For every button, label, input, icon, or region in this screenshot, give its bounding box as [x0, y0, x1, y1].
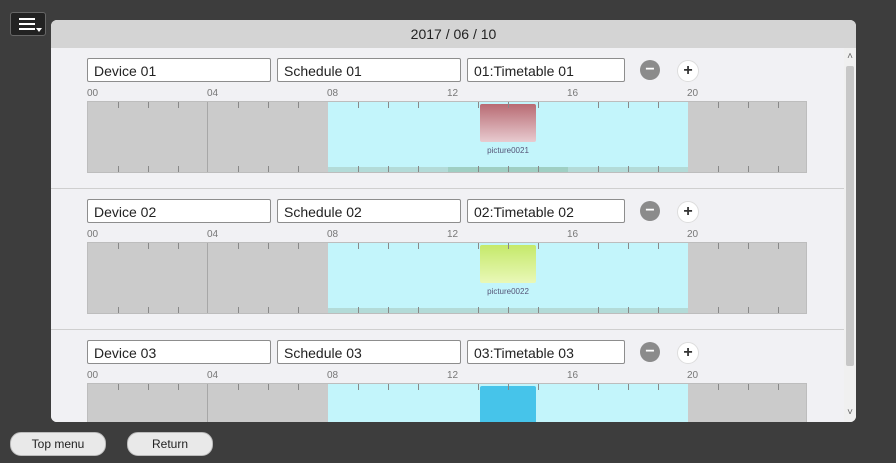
- scrollbar-thumb[interactable]: [846, 66, 854, 366]
- tick-label: 00: [87, 370, 99, 381]
- picture-thumbnail[interactable]: [480, 245, 536, 283]
- tick-label: 08: [327, 370, 339, 381]
- picture-thumbnail[interactable]: [480, 104, 536, 142]
- scroll-down-icon[interactable]: ˅: [844, 406, 856, 420]
- timeline[interactable]: picture0022: [87, 242, 807, 314]
- tick-label: 16: [567, 229, 579, 240]
- tick-label: 08: [327, 88, 339, 99]
- tick-label: 12: [447, 229, 459, 240]
- top-menu-button[interactable]: Top menu: [10, 432, 106, 456]
- tick-label: 20: [687, 370, 699, 381]
- picture-thumbnail[interactable]: [480, 386, 536, 422]
- schedule-row: Device 01 Schedule 01 01:Timetable 01 − …: [51, 48, 844, 189]
- tick-label: 04: [207, 229, 219, 240]
- remove-button[interactable]: −: [640, 201, 660, 221]
- menu-caret-icon: [36, 28, 42, 32]
- timeline[interactable]: picture0021: [87, 101, 807, 173]
- return-button[interactable]: Return: [127, 432, 213, 456]
- schedule-row: Device 03 Schedule 03 03:Timetable 03 − …: [51, 330, 844, 422]
- hamburger-menu-button[interactable]: [10, 12, 46, 36]
- tick-label: 16: [567, 370, 579, 381]
- tick-label: 08: [327, 229, 339, 240]
- remove-button[interactable]: −: [640, 342, 660, 362]
- tick-label: 20: [687, 88, 699, 99]
- time-ticks: 00 04 08 12 16 20: [87, 370, 807, 382]
- tick-label: 12: [447, 88, 459, 99]
- add-button[interactable]: +: [677, 342, 699, 364]
- tick-label: 20: [687, 229, 699, 240]
- schedule-panel: 2017 / 06 / 10 Device 01 Schedule 01 01:…: [51, 20, 856, 422]
- tick-label: 00: [87, 229, 99, 240]
- device-field[interactable]: Device 03: [87, 340, 271, 364]
- remove-button[interactable]: −: [640, 60, 660, 80]
- tick-label: 16: [567, 88, 579, 99]
- device-field[interactable]: Device 01: [87, 58, 271, 82]
- timeline-active-block[interactable]: picture0021: [328, 102, 688, 172]
- picture-label: picture0021: [487, 146, 529, 155]
- schedule-field[interactable]: Schedule 02: [277, 199, 461, 223]
- picture-label: picture0022: [487, 287, 529, 296]
- add-button[interactable]: +: [677, 60, 699, 82]
- timetable-field[interactable]: 03:Timetable 03: [467, 340, 625, 364]
- vertical-scrollbar[interactable]: ˄ ˅: [844, 48, 856, 422]
- tick-label: 04: [207, 370, 219, 381]
- device-field[interactable]: Device 02: [87, 199, 271, 223]
- schedule-field[interactable]: Schedule 01: [277, 58, 461, 82]
- timeline[interactable]: [87, 383, 807, 422]
- tick-label: 12: [447, 370, 459, 381]
- schedule-row: Device 02 Schedule 02 02:Timetable 02 − …: [51, 189, 844, 330]
- timetable-field[interactable]: 02:Timetable 02: [467, 199, 625, 223]
- timetable-field[interactable]: 01:Timetable 01: [467, 58, 625, 82]
- time-ticks: 00 04 08 12 16 20: [87, 88, 807, 100]
- add-button[interactable]: +: [677, 201, 699, 223]
- tick-label: 04: [207, 88, 219, 99]
- date-header: 2017 / 06 / 10: [51, 20, 856, 48]
- schedule-list[interactable]: Device 01 Schedule 01 01:Timetable 01 − …: [51, 48, 844, 422]
- time-ticks: 00 04 08 12 16 20: [87, 229, 807, 241]
- tick-label: 00: [87, 88, 99, 99]
- schedule-field[interactable]: Schedule 03: [277, 340, 461, 364]
- scroll-up-icon[interactable]: ˄: [844, 50, 856, 64]
- timeline-active-block[interactable]: picture0022: [328, 243, 688, 313]
